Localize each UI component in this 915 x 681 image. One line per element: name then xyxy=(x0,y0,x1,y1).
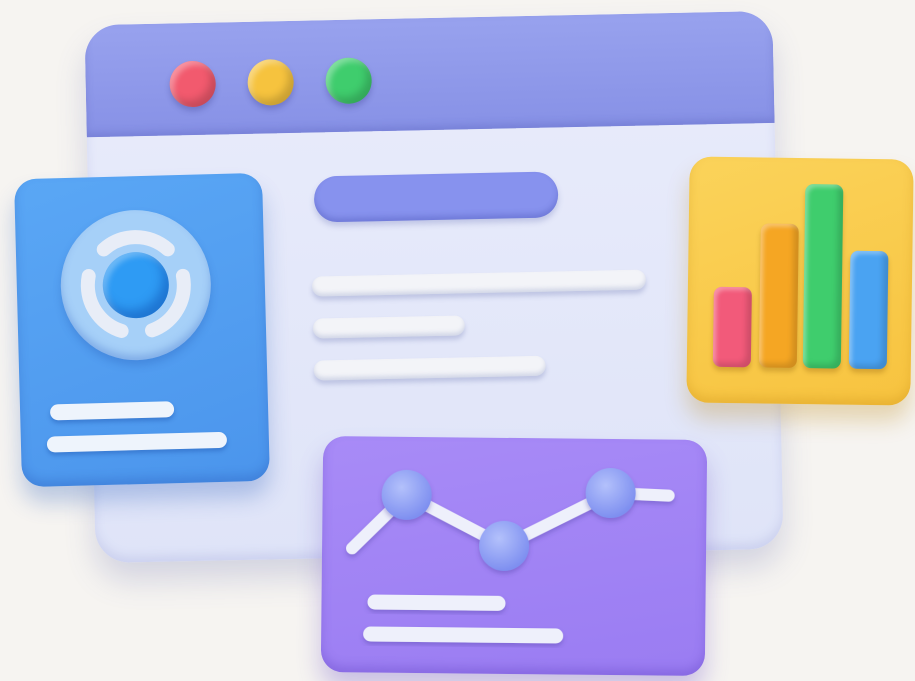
card-text-line xyxy=(46,431,228,453)
card-text-line xyxy=(367,594,506,611)
dashboard-card xyxy=(14,172,270,488)
chart-bar xyxy=(758,223,799,368)
text-line-placeholder xyxy=(313,355,546,381)
maximize-window-button[interactable] xyxy=(325,57,373,105)
trend-point xyxy=(585,468,636,519)
analytics-card xyxy=(686,156,914,406)
bar-chart-icon xyxy=(690,156,914,370)
trend-point xyxy=(479,520,530,571)
donut-chart-icon xyxy=(58,208,213,363)
minimize-window-button[interactable] xyxy=(247,58,295,106)
window-titlebar xyxy=(84,10,775,138)
illustration xyxy=(0,0,915,681)
close-window-button[interactable] xyxy=(169,60,217,108)
text-line-placeholder xyxy=(312,315,466,339)
chart-bar xyxy=(802,184,844,369)
chart-bar xyxy=(712,286,752,368)
line-chart-icon xyxy=(346,468,675,644)
trend-card xyxy=(320,435,708,677)
card-text-line xyxy=(363,626,564,644)
headline-placeholder xyxy=(313,171,559,223)
card-text-line xyxy=(49,401,175,421)
text-line-placeholder xyxy=(311,269,647,297)
chart-bar xyxy=(848,250,889,370)
